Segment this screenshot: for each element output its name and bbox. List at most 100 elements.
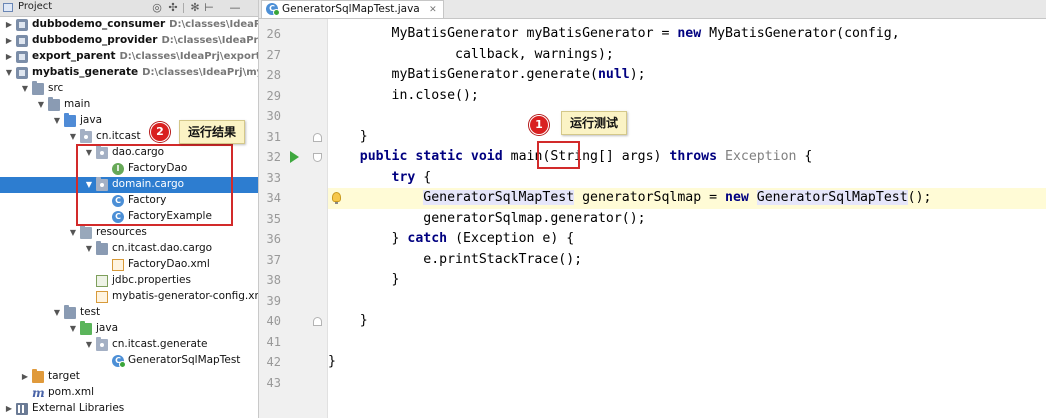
line-number: 28 [266,68,281,82]
tree-item-name: jdbc.properties [112,274,191,286]
code-area[interactable]: MyBatisGenerator myBatisGenerator = new … [328,19,1046,418]
code-line[interactable]: callback, warnings); [328,45,1046,66]
code-line[interactable]: } [328,311,1046,332]
tree-item[interactable]: ▼ cn.itcast.dao.cargo [0,241,258,257]
tree-item[interactable]: C GeneratorSqlMapTest [0,353,258,369]
line-number: 35 [266,211,281,226]
collapse-arrow-icon[interactable]: ▶ [20,369,30,385]
collapse-arrow-icon[interactable]: ▶ [4,17,14,33]
intention-bulb-icon[interactable] [332,192,341,204]
fold-marker-icon[interactable] [313,153,322,162]
project-tool-window: Project ◎ ✣ ✻ ⊢ — ▶ dubbodemo_consumer D:\… [0,0,259,418]
code-line[interactable]: } catch (Exception e) { [328,229,1046,250]
collapse-all-icon[interactable]: ✣ [166,1,180,14]
code-line[interactable]: e.printStackTrace(); [328,250,1046,271]
tree-item[interactable]: m pom.xml [0,385,258,401]
tree-item[interactable]: ▶ dubbodemo_consumerD:\classes\IdeaPrj\du… [0,17,258,33]
tree-item-name: java [80,114,102,126]
code-line[interactable]: public static void main(String[] args) t… [328,147,1046,168]
tree-item-name: resources [96,226,147,238]
expand-arrow-icon[interactable]: ▼ [52,113,62,129]
close-icon[interactable]: ✕ [429,5,437,15]
hide-icon[interactable]: — [228,1,242,14]
collapse-arrow-icon[interactable]: ▶ [4,33,14,49]
tree-item-name: java [96,322,118,334]
xml-file-icon [96,291,108,303]
sync-icon[interactable]: ◎ [150,1,164,14]
tree-item-label: External Libraries [32,402,124,414]
expand-arrow-icon[interactable]: ▼ [68,129,78,145]
fold-marker-icon[interactable] [313,317,322,326]
code-token: e.printStackTrace(); [423,251,583,267]
tree-item[interactable]: ▶ export_parentD:\classes\IdeaPrj\export_… [0,49,258,65]
tree-item[interactable]: ▼ cn.itcast.generate [0,337,258,353]
code-line[interactable]: } [328,127,1046,148]
tree-item-label: FactoryDao.xml [128,258,210,270]
collapse-arrow-icon[interactable]: ▶ [4,401,14,417]
hide-panel-icon[interactable]: ⊢ [202,1,216,14]
code-keyword: throws [669,149,718,164]
expand-arrow-icon[interactable]: ▼ [84,241,94,257]
tree-item-name: mybatis_generate [32,66,139,78]
tree-item[interactable]: ▶ External Libraries [0,401,258,417]
tree-item[interactable]: ▼ test [0,305,258,321]
code-token: Exception [717,149,797,164]
tab-generator-sql-map-test[interactable]: C GeneratorSqlMapTest.java ✕ [261,0,444,18]
expand-arrow-icon[interactable]: ▼ [20,81,30,97]
tree-item-name: target [48,370,80,382]
tree-item-name: pom.xml [48,386,95,398]
code-token: } [391,272,400,287]
code-token: MyBatisGenerator myBatisGenerator = [391,26,678,41]
code-line[interactable]: try { [328,168,1046,189]
code-line[interactable]: in.close(); [328,86,1046,107]
expand-arrow-icon[interactable]: ▼ [68,321,78,337]
code-line[interactable] [328,373,1046,394]
code-line[interactable]: } [328,352,1046,373]
tree-item-label: target [48,370,80,382]
annotation-badge-2: 2 [150,122,170,142]
code-line[interactable]: generatorSqlmap.generator(); [328,209,1046,230]
tree-item[interactable]: ▼ resources [0,225,258,241]
line-number: 38 [266,273,281,287]
expand-arrow-icon[interactable]: ▼ [4,65,14,81]
tree-item[interactable]: ▼ src [0,81,258,97]
tree-item[interactable]: ▶ target [0,369,258,385]
tree-item[interactable]: ▼ java [0,321,258,337]
expand-arrow-icon[interactable]: ▼ [36,97,46,113]
run-main-icon[interactable] [290,151,299,163]
tree-item[interactable]: jdbc.properties [0,273,258,289]
collapse-arrow-icon[interactable]: ▶ [4,49,14,65]
tree-item[interactable]: ▶ dubbodemo_providerD:\classes\IdeaPrj\du… [0,33,258,49]
tree-item-label: GeneratorSqlMapTest [128,354,240,366]
expand-arrow-icon[interactable]: ▼ [52,305,62,321]
tree-item[interactable]: ▼ mybatis_generateD:\classes\IdeaPrj\myba… [0,65,258,81]
project-view-selector[interactable]: Project [18,1,52,12]
code-token: } [391,231,408,246]
code-token: { [415,169,432,185]
expand-arrow-icon[interactable]: ▼ [68,225,78,241]
code-line[interactable] [328,106,1046,127]
code-line[interactable] [328,291,1046,312]
module-path: D:\classes\IdeaPrj\mybatis_ [142,67,258,78]
code-token: } [328,354,336,369]
code-line[interactable]: MyBatisGenerator myBatisGenerator = new … [328,24,1046,45]
code-token: MyBatisGenerator(config, [701,26,900,41]
code-line[interactable] [328,332,1046,353]
code-line[interactable]: GeneratorSqlMapTest generatorSqlmap = ne… [328,188,1046,209]
result-highlight-box [76,144,233,226]
code-token: main(String[] args) [502,149,670,164]
tree-item[interactable]: mybatis-generator-config.xml [0,289,258,305]
package-icon [96,337,108,351]
code-token: } [359,128,368,144]
tree-item[interactable]: FactoryDao.xml [0,257,258,273]
fold-marker-icon[interactable] [313,132,322,142]
code-line[interactable]: } [328,270,1046,291]
code-line[interactable]: myBatisGenerator.generate(null); [328,65,1046,86]
settings-gear-icon[interactable]: ✻ [188,1,202,14]
tree-item[interactable]: ▼ main [0,97,258,113]
expand-arrow-icon[interactable]: ▼ [84,337,94,353]
source-folder-icon [64,113,76,127]
